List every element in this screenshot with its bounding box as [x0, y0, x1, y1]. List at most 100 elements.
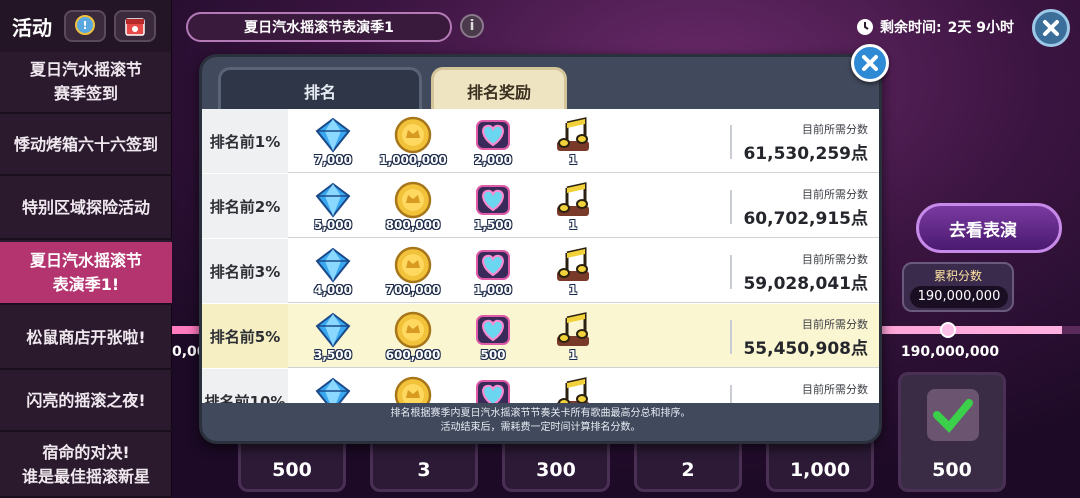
- reward-count: 1,500: [474, 218, 512, 232]
- reward-item[interactable]: 3,500: [298, 310, 368, 366]
- reward-item[interactable]: 800,000: [378, 180, 448, 236]
- close-modal-button[interactable]: [851, 44, 889, 82]
- reward-item[interactable]: 1: [538, 310, 608, 366]
- close-event-button[interactable]: [1032, 9, 1070, 47]
- reward-count: 1,000,000: [379, 153, 447, 167]
- reward-list[interactable]: 排名前1% 7,000 1,000,000 2,000 1 目前所需分数 61,530,25…: [202, 109, 879, 403]
- crystal-icon: [315, 182, 351, 218]
- reward-count: 3,500: [314, 348, 352, 362]
- heart-icon: [476, 250, 510, 280]
- crystal-icon: [315, 312, 351, 348]
- milestone-reward-amount: 300: [536, 459, 576, 481]
- milestone-reward-amount: 1,000: [789, 459, 851, 481]
- reward-item[interactable]: 600,000: [378, 310, 448, 366]
- rank-tier-label: 排名前10%: [202, 369, 288, 403]
- cumulative-score-value: 190,000,000: [910, 286, 1008, 308]
- footnote-line-1: 排名根据赛季内夏日汽水摇滚节节奏关卡所有歌曲最高分总和排序。: [390, 408, 691, 419]
- heart-icon: [476, 315, 510, 345]
- cumulative-score-label: 累积分数: [933, 269, 982, 283]
- rank-tier-label: 排名前2%: [202, 174, 288, 238]
- reward-item[interactable]: 1,000,000: [378, 115, 448, 171]
- music-note-icon: [557, 117, 589, 151]
- required-score-label: 目前所需分数: [802, 318, 868, 331]
- ranking-footnote: 排名根据赛季内夏日汽水摇滚节节奏关卡所有歌曲最高分总和排序。 活动结束后，需耗费…: [202, 407, 879, 435]
- reward-item[interactable]: [378, 375, 448, 403]
- reward-row: 排名前10% 目前所需分数: [202, 369, 879, 403]
- ranking-reward-modal: 排名 排名奖励 排名前1% 7,000 1,000,000 2,000 1 目前所需分数 6…: [199, 54, 882, 444]
- reward-row: 排名前5% 3,500 600,000 500 1 目前所需分数 55,450,908点: [202, 304, 879, 368]
- reward-count: 4,000: [314, 283, 352, 297]
- reward-item[interactable]: 500: [458, 310, 528, 366]
- music-note-icon: [557, 182, 589, 216]
- crystal-icon: [315, 247, 351, 283]
- reward-item[interactable]: [298, 375, 368, 403]
- milestone-reward-amount: 2: [681, 459, 695, 481]
- required-score-value: 61,530,259点: [743, 144, 868, 164]
- heart-icon: [476, 380, 510, 403]
- milestone-reward-slot[interactable]: 500: [898, 372, 1006, 492]
- clock-icon: [857, 19, 873, 35]
- required-score-value: 59,028,041点: [743, 274, 868, 294]
- tab-ranking[interactable]: 排名: [218, 67, 422, 111]
- row-divider: [730, 385, 732, 403]
- coin-icon: [394, 246, 432, 284]
- required-score-label: 目前所需分数: [802, 253, 868, 266]
- info-icon[interactable]: i: [460, 14, 484, 38]
- reward-item[interactable]: [458, 375, 528, 403]
- reward-item[interactable]: 4,000: [298, 245, 368, 301]
- reward-count: 800,000: [385, 218, 441, 232]
- rank-tier-label: 排名前5%: [202, 304, 288, 368]
- sidebar-item-7[interactable]: 宿命的对决! 谁是最佳摇滚新星: [0, 434, 172, 498]
- reward-count: 700,000: [385, 283, 441, 297]
- reward-item[interactable]: 5,000: [298, 180, 368, 236]
- reward-count: 1,000: [474, 283, 512, 297]
- gift-button[interactable]: [114, 10, 156, 42]
- balloon-icon: !: [75, 15, 95, 35]
- reward-item[interactable]: 1: [538, 115, 608, 171]
- sidebar-item-5[interactable]: 松鼠商店开张啦!: [0, 307, 172, 370]
- check-icon: [927, 389, 979, 441]
- time-remaining: 剩余时间: 2天 9小时: [856, 14, 1014, 40]
- reward-item[interactable]: 7,000: [298, 115, 368, 171]
- heart-icon: [476, 185, 510, 215]
- alert-button[interactable]: !: [64, 10, 106, 42]
- music-note-icon: [557, 377, 589, 403]
- reward-item[interactable]: 700,000: [378, 245, 448, 301]
- reward-item[interactable]: 2,000: [458, 115, 528, 171]
- heart-icon: [476, 120, 510, 150]
- reward-count: 1: [568, 218, 578, 232]
- sidebar-item-2[interactable]: 悸动烤箱六十六签到: [0, 116, 172, 176]
- reward-count: 5,000: [314, 218, 352, 232]
- sidebar-header: 活动 !: [0, 0, 171, 52]
- reward-count: 600,000: [385, 348, 441, 362]
- sidebar-title: 活动: [12, 15, 52, 40]
- close-icon: [862, 55, 878, 71]
- reward-row: 排名前1% 7,000 1,000,000 2,000 1 目前所需分数 61,530,25…: [202, 109, 879, 173]
- calendar-icon: [125, 18, 145, 36]
- sidebar-item-1[interactable]: 夏日汽水摇滚节 赛季签到: [0, 52, 172, 114]
- milestone-reward-amount: 3: [417, 459, 431, 481]
- sidebar-item-6[interactable]: 闪亮的摇滚之夜!: [0, 372, 172, 432]
- event-title-bar: 夏日汽水摇滚节表演季1: [186, 12, 452, 42]
- reward-count: 2,000: [474, 153, 512, 167]
- crystal-icon: [315, 117, 351, 153]
- reward-row: 排名前3% 4,000 700,000 1,000 1 目前所需分数 59,028,041点: [202, 239, 879, 303]
- coin-icon: [394, 181, 432, 219]
- reward-item[interactable]: 1: [538, 180, 608, 236]
- reward-item[interactable]: 1,000: [458, 245, 528, 301]
- reward-item[interactable]: 1: [538, 245, 608, 301]
- svg-text:!: !: [82, 19, 87, 32]
- rank-tier-label: 排名前1%: [202, 109, 288, 173]
- reward-item[interactable]: [538, 375, 608, 403]
- close-icon: [1043, 20, 1059, 36]
- sidebar-item-4[interactable]: 夏日汽水摇滚节 表演季1!: [0, 242, 172, 305]
- required-score-value: 60,702,915点: [743, 209, 868, 229]
- reward-count: 1: [568, 348, 578, 362]
- sidebar-item-3[interactable]: 特别区域探险活动: [0, 178, 172, 240]
- reward-item[interactable]: 1,500: [458, 180, 528, 236]
- go-performance-button[interactable]: 去看表演: [916, 203, 1062, 253]
- tab-ranking-reward[interactable]: 排名奖励: [431, 67, 567, 111]
- required-score-value: 55,450,908点: [743, 339, 868, 359]
- footnote-line-2: 活动结束后，需耗费一定时间计算排名分数。: [440, 422, 641, 433]
- timer-label: 剩余时间:: [880, 20, 942, 36]
